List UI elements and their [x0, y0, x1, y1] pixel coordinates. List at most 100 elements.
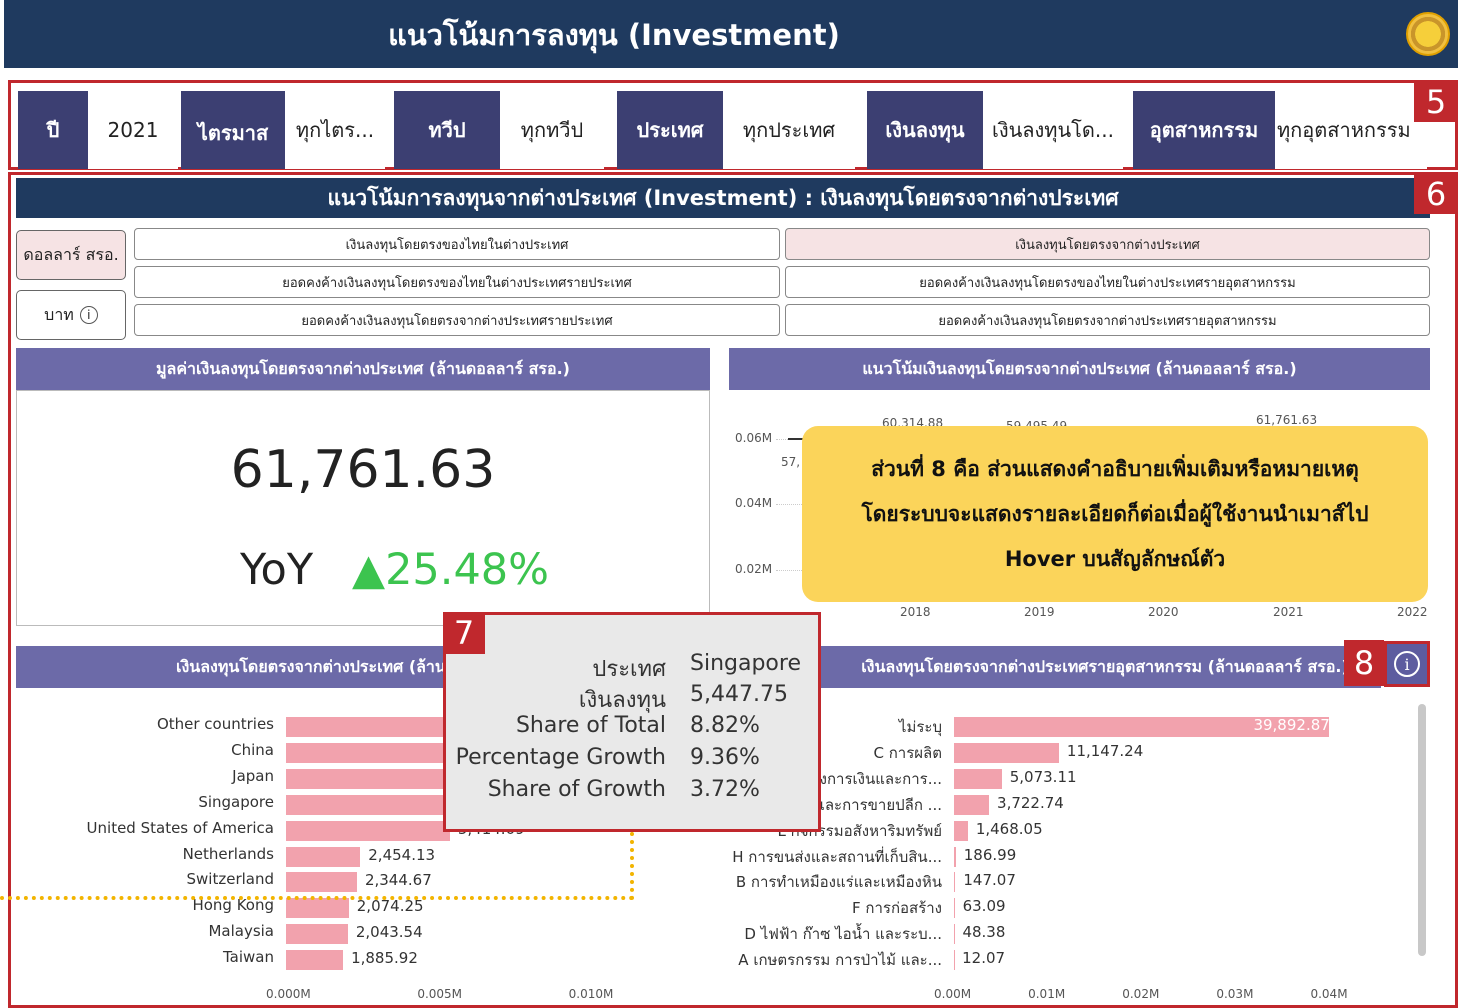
x-axis-tick: 0.00M: [934, 987, 972, 1001]
bar-category-label: A เกษตรกรรม การป่าไม้ และ...: [738, 951, 942, 970]
bar-value-label: 147.07: [963, 871, 1016, 890]
filter-year-select[interactable]: 2021: [88, 91, 178, 169]
bar-value-label: 12.07: [962, 949, 1006, 968]
trend-y-tick: 0.06M: [735, 431, 773, 445]
bar-mark: [954, 846, 956, 867]
annotation-dotted-line: [630, 832, 634, 900]
badge-5: 5: [1414, 82, 1458, 122]
industry-chart-header: เงินลงทุนโดยตรงจากต่างประเทศรายอุตสาหกรร…: [729, 646, 1381, 688]
section-title: แนวโน้มการลงทุนจากต่างประเทศ (Investment…: [16, 178, 1430, 218]
filter-quarter-select[interactable]: ทุกไตร...: [285, 91, 385, 169]
bar-value-label: 1,885.92: [351, 949, 418, 968]
bar-mark: [286, 820, 450, 841]
trend-x-tick: 2022: [1397, 605, 1428, 619]
kpi-header: มูลค่าเงินลงทุนโดยตรงจากต่างประเทศ (ล้าน…: [16, 348, 710, 390]
menu-fdi-inbound[interactable]: เงินลงทุนโดยตรงจากต่างประเทศ: [785, 228, 1430, 260]
x-axis-tick: 0.04M: [1310, 987, 1348, 1001]
bar-category-label: Singapore: [198, 792, 274, 811]
x-axis-tick: 0.02M: [1122, 987, 1160, 1001]
help-callout: ส่วนที่ 8 คือ ส่วนแสดงคำอธิบายเพิ่มเติมห…: [802, 426, 1428, 602]
badge-7: 7: [443, 612, 485, 654]
bar-category-label: Taiwan: [222, 948, 274, 967]
menu-fdi-stock-industry[interactable]: ยอดคงค้างเงินลงทุนโดยตรงจากต่างประเทศราย…: [785, 304, 1430, 336]
x-axis-tick: 0.03M: [1216, 987, 1254, 1001]
bar-value-label: 2,454.13: [368, 845, 436, 864]
header-bar: แนวโน้มการลงทุน (Investment): [4, 0, 1458, 68]
trend-data-label: 61,761.63: [1256, 413, 1318, 427]
bar-category-label: Other countries: [156, 715, 274, 733]
hover-tooltip: ประเทศ Singapore เงินลงทุน 5,447.75 Shar…: [443, 612, 821, 832]
filter-continent-label: ทวีป: [394, 91, 500, 169]
tooltip-value: 9.36%: [690, 745, 760, 770]
tooltip-label: ประเทศ: [592, 657, 666, 682]
filter-section: ปี 2021 ไตรมาส ทุกไตร... ทวีป ทุกทวีป ปร…: [8, 80, 1458, 170]
annotation-dotted-line: [0, 896, 634, 900]
unit-usd-button[interactable]: ดอลลาร์ สรอ.: [16, 230, 126, 280]
filter-country-select[interactable]: ทุกประเทศ: [723, 91, 855, 169]
menu-thai-outbound-stock-industry[interactable]: ยอดคงค้างเงินลงทุนโดยตรงของไทยในต่างประเ…: [785, 266, 1430, 298]
bar-value-label: 48.38: [962, 923, 1006, 942]
bar-mark: [954, 794, 990, 815]
menu-thai-outbound-stock-country[interactable]: ยอดคงค้างเงินลงทุนโดยตรงของไทยในต่างประเ…: [134, 266, 780, 298]
filter-investment-select[interactable]: เงินลงทุนโด...: [983, 91, 1123, 169]
bar-mark: [286, 950, 344, 971]
tooltip-label: Share of Total: [515, 713, 666, 738]
unit-baht-button[interactable]: บาท i: [16, 290, 126, 340]
chart-scrollbar[interactable]: [1418, 704, 1426, 956]
unit-baht-label: บาท: [44, 304, 74, 324]
yoy-value: ▲25.48%: [352, 545, 550, 595]
bar-value-label: 11,147.24: [1066, 741, 1144, 760]
menu-fdi-stock-country[interactable]: ยอดคงค้างเงินลงทุนโดยตรงจากต่างประเทศราย…: [134, 304, 780, 336]
trend-x-tick: 2018: [900, 605, 931, 619]
info-icon: i: [79, 306, 98, 324]
menu-thai-outbound[interactable]: เงินลงทุนโดยตรงของไทยในต่างประเทศ: [134, 228, 780, 260]
bar-mark: [954, 742, 1059, 763]
yoy-label: YoY: [240, 545, 314, 595]
bar-mark: [286, 924, 348, 945]
bar-category-label: H การขนส่งและสถานที่เก็บสิน...: [732, 847, 942, 866]
bar-mark: [286, 872, 357, 893]
bar-mark: [286, 898, 349, 919]
tooltip-label: เงินลงทุน: [578, 688, 666, 713]
callout-line: ส่วนที่ 8 คือ ส่วนแสดงคำอธิบายเพิ่มเติมห…: [871, 456, 1359, 481]
tooltip-value: 5,447.75: [690, 682, 788, 707]
ministry-seal-icon: [1406, 12, 1450, 56]
bar-value-label: 186.99: [963, 845, 1017, 864]
filter-industry-label: อุตสาหกรรม: [1133, 91, 1275, 169]
trend-header: แนวโน้มเงินลงทุนโดยตรงจากต่างประเทศ (ล้า…: [729, 348, 1430, 390]
bar-category-label: United States of America: [86, 818, 274, 837]
bar-value-label: 39,892.87: [1253, 716, 1330, 734]
trend-data-label: 57,: [781, 455, 801, 469]
trend-y-tick: 0.02M: [735, 562, 773, 576]
bar-category-label: Malaysia: [208, 922, 274, 941]
x-axis-tick: 0.010M: [568, 987, 614, 1001]
bar-mark: [286, 846, 361, 867]
trend-x-tick: 2020: [1148, 605, 1179, 619]
trend-y-tick: 0.04M: [735, 496, 773, 510]
filter-investment-label: เงินลงทุน: [867, 91, 983, 169]
info-tooltip-button[interactable]: i: [1384, 641, 1430, 687]
filter-country-label: ประเทศ: [617, 91, 723, 169]
info-icon: i: [1394, 651, 1420, 677]
page-title: แนวโน้มการลงทุน (Investment): [388, 18, 840, 52]
tooltip-value: 3.72%: [690, 777, 760, 802]
filter-year-label: ปี: [18, 91, 88, 169]
x-axis-tick: 0.01M: [1028, 987, 1066, 1001]
bar-category-label: F การก่อสร้าง: [851, 899, 942, 918]
bar-mark: [286, 794, 451, 815]
filter-industry-select[interactable]: ทุกอุตสาหกรรม: [1275, 91, 1427, 169]
bar-category-label: Switzerland: [186, 870, 275, 889]
filter-continent-select[interactable]: ทุกทวีป: [500, 91, 604, 169]
trend-x-tick: 2019: [1024, 605, 1055, 619]
tooltip-value: 8.82%: [690, 713, 760, 738]
bar-mark: [954, 768, 1002, 789]
bar-category-label: China: [231, 740, 274, 759]
bar-mark: [954, 872, 956, 893]
bar-category-label: D ไฟฟ้า ก๊าซ ไอน้ำ และระบ...: [744, 925, 942, 944]
x-axis-tick: 0.000M: [266, 987, 311, 1001]
bar-value-label: 1,468.05: [975, 819, 1043, 838]
badge-6: 6: [1414, 174, 1458, 214]
callout-line: โดยระบบจะแสดงรายละเอียดก็ต่อเมื่อผู้ใช้ง…: [861, 501, 1369, 526]
x-axis-tick: 0.005M: [417, 987, 463, 1001]
bar-mark: [954, 898, 955, 919]
